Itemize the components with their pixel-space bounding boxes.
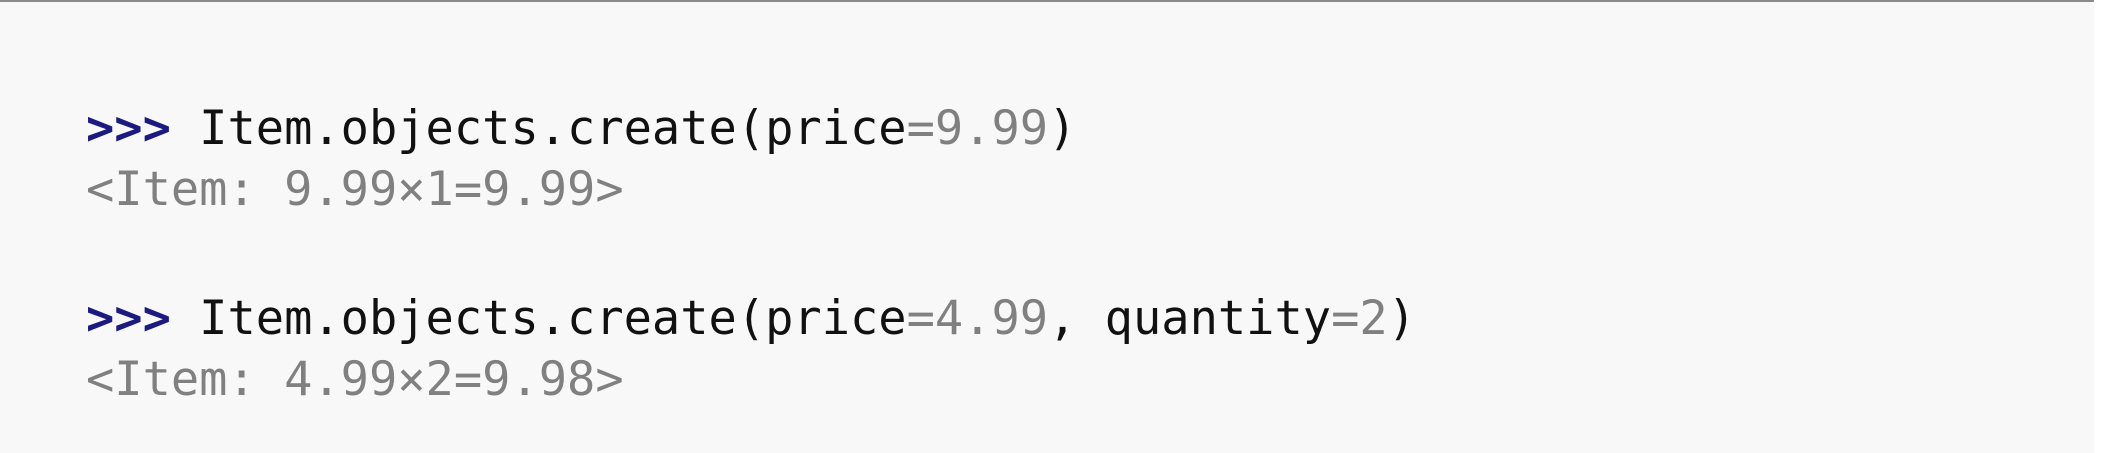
code-text: Item.objects.create(price xyxy=(170,291,907,346)
input-line-1: >>> Item.objects.create(price=9.99) xyxy=(86,99,1076,159)
page-margin xyxy=(2094,0,2114,453)
closing-paren: ) xyxy=(1048,101,1077,156)
output-line-2: <Item: 4.99×2=9.98> xyxy=(86,352,624,407)
code-block: >>> Item.objects.create(price=9.99) <Ite… xyxy=(0,0,2094,453)
code-text: Item.objects.create(price xyxy=(170,101,907,156)
prompt-marker: >>> xyxy=(86,291,171,346)
closing-paren: ) xyxy=(1387,291,1416,346)
price-literal: 4.99 xyxy=(934,291,1049,346)
quantity-literal: 2 xyxy=(1359,291,1388,346)
equals-operator: = xyxy=(1331,291,1360,346)
argument-separator: , quantity xyxy=(1048,291,1332,346)
prompt-marker: >>> xyxy=(86,101,171,156)
input-line-2: >>> Item.objects.create(price=4.99, quan… xyxy=(86,289,1416,349)
equals-operator: = xyxy=(906,101,935,156)
equals-operator: = xyxy=(906,291,935,346)
output-line-1: <Item: 9.99×1=9.99> xyxy=(86,162,624,217)
price-literal: 9.99 xyxy=(934,101,1049,156)
